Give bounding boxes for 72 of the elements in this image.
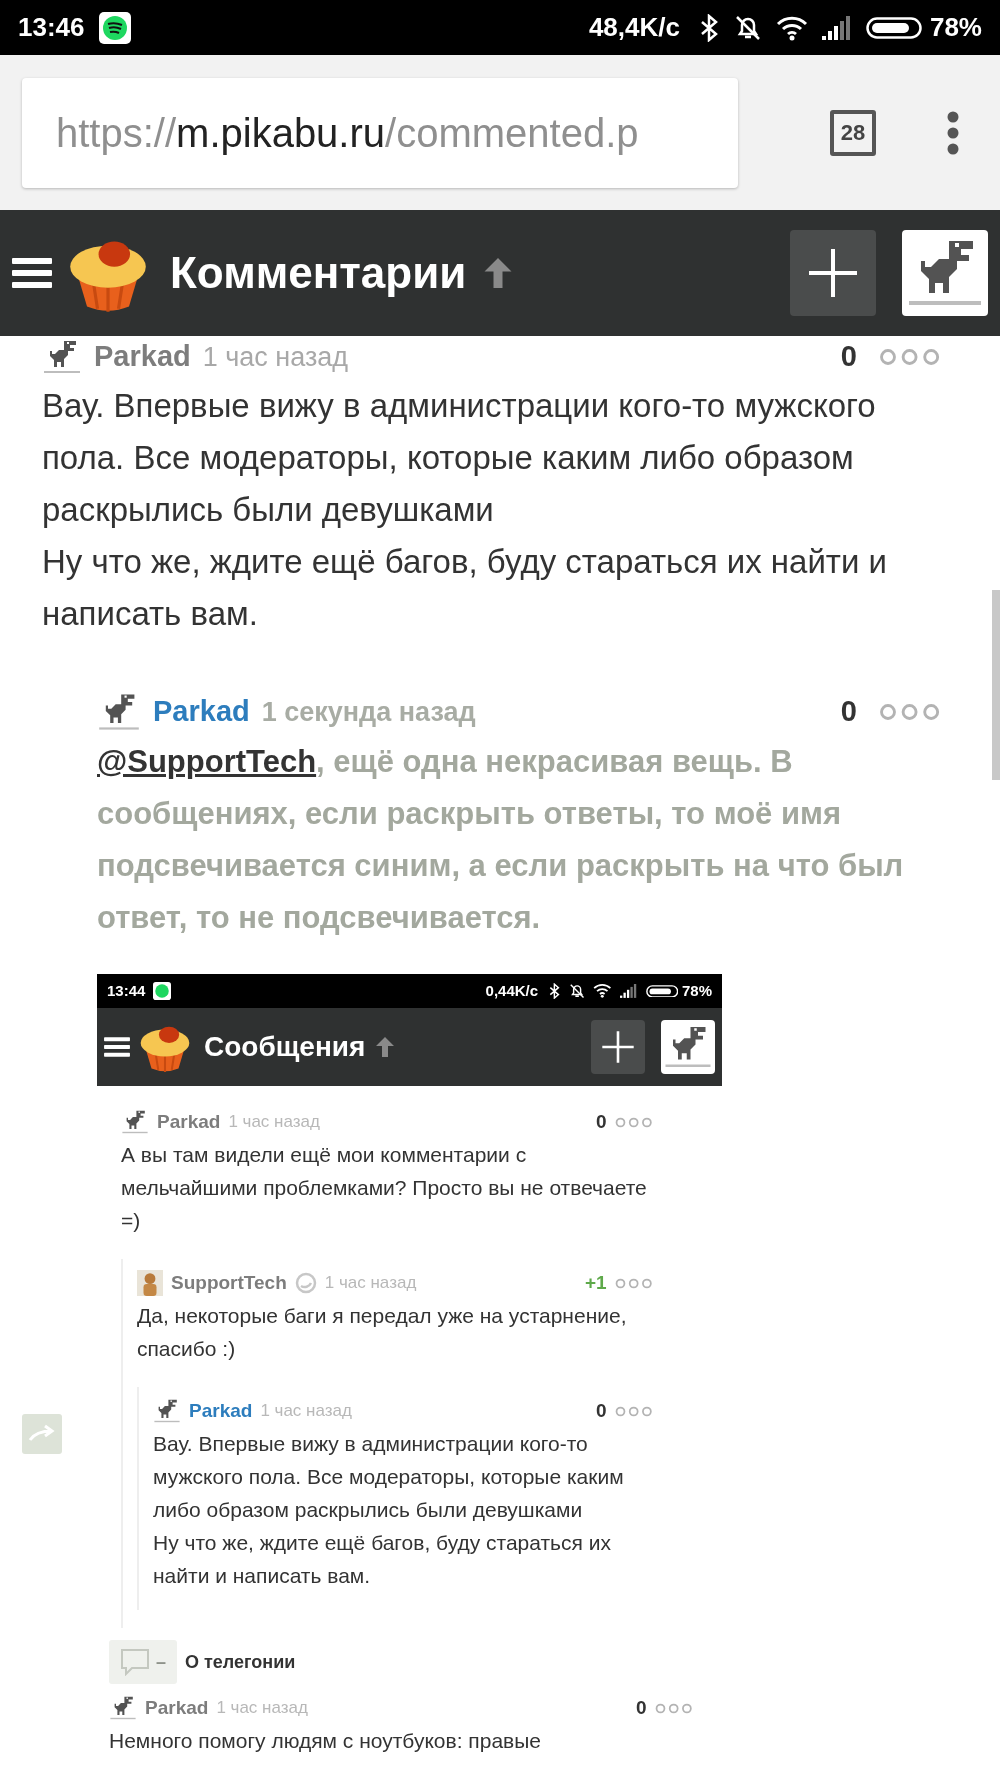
speech-bubble-icon [120,1648,150,1676]
comment-author[interactable]: Parkad [153,690,250,734]
profile-avatar[interactable] [902,230,988,316]
comment-text: Немного помогу людям с ноутбуков: правые [109,1728,543,1754]
battery-percent: 78% [929,11,982,44]
clock: 13:44 [107,980,146,1001]
add-button[interactable] [591,1020,645,1074]
comment-text: Вау. Впервые вижу в администрации кого-то мужского пола. Все модераторы, которые каким либо образом раскрылись были девушками Ну что же, ждите ещё багов, буду стараться их найти и написать вам. [42,386,888,634]
comment-time: 1 час назад [202,340,349,374]
signal-icon [620,984,638,998]
comment-author[interactable]: Parkad [157,1107,221,1137]
page-title: Сообщения [204,1030,366,1064]
comment-author[interactable]: SupportTech [171,1268,287,1298]
comment-author[interactable]: Parkad [189,1396,253,1426]
network-speed: 0,44K/с [485,980,539,1001]
more-icon[interactable] [614,1116,652,1128]
avatar-icon [137,1270,163,1296]
more-menu-icon[interactable] [946,110,960,155]
more-icon[interactable] [654,1702,692,1714]
comment-text: Вау. Впервые вижу в администрации кого-то мужского пола. Все модераторы, которые каким либо образом раскрылись были девушками Ну что же, ждите ещё багов, буду стараться их найти и написать вам. [153,1431,625,1589]
comment-text: Да, некоторые баги я передал уже на устарнение, спасибо :) [137,1303,628,1362]
clock: 13:46 [18,11,85,44]
battery-icon [865,16,922,39]
comment-score: +1 [584,1270,607,1295]
mention-link[interactable]: @SupportTech [97,744,317,779]
app-icon [98,11,131,44]
share-arrow-icon [27,1424,56,1444]
network-speed: 48,4K/с [588,11,680,44]
page-title: Комментарии [170,247,467,299]
muted-bell-icon [733,13,762,42]
app-icon [153,982,172,1000]
dino-avatar-icon [121,1108,149,1136]
more-icon[interactable] [878,348,940,366]
signal-icon [821,15,852,40]
battery-icon [645,984,678,998]
bluetooth-icon [548,982,561,1000]
wifi-icon [593,983,612,999]
comment-score: 0 [840,339,857,375]
add-button[interactable] [790,230,876,316]
menu-icon[interactable] [104,1036,130,1058]
comment-score: 0 [840,694,857,730]
comment-author[interactable]: Parkad [94,335,191,379]
comment-time: 1 час назад [324,1272,417,1295]
comment-time: 1 час назад [216,1697,308,1720]
comment-score: 0 [596,1398,607,1423]
plus-icon [807,247,859,299]
reply-text: @SupportTech, ещё одна некрасивая вещь. В сообщениях, если раскрыть ответы, то моё имя подсвечивается синим, а если раскрыть на что был ответ, то не подсвечивается. [97,743,905,937]
comments-counter[interactable]: – [109,1640,177,1684]
profile-avatar[interactable] [661,1020,715,1074]
more-icon[interactable] [614,1405,652,1417]
wifi-icon [775,14,808,41]
tab-counter[interactable]: 28 [830,109,876,156]
more-icon[interactable] [878,703,940,721]
battery-percent: 78% [681,980,712,1001]
badge-icon [294,1272,317,1294]
comment-count: – [156,1650,166,1674]
url-text: https://m.pikabu.ru/commented.p [56,109,639,157]
plus-icon [601,1030,635,1064]
comment-score: 0 [596,1109,607,1134]
comment-score: 0 [636,1695,647,1720]
comment-time: 1 час назад [260,1400,352,1423]
menu-icon[interactable] [12,256,52,290]
comment-author[interactable]: Parkad [145,1693,209,1723]
post-title-link[interactable]: О телегонии [185,1648,296,1676]
more-icon[interactable] [614,1277,652,1289]
dino-avatar-icon [109,1694,137,1722]
comment-time: 1 час назад [228,1111,320,1134]
address-field[interactable]: https://m.pikabu.ru/commented.p [22,77,738,188]
dino-avatar-icon [153,1397,181,1425]
comment-text: А вы там видели ещё мои комментарии с мельчайшими проблемками? Просто вы не отвечаете =) [121,1142,648,1234]
comment-time: 1 секунда назад [261,695,476,729]
muted-bell-icon [569,982,586,1000]
